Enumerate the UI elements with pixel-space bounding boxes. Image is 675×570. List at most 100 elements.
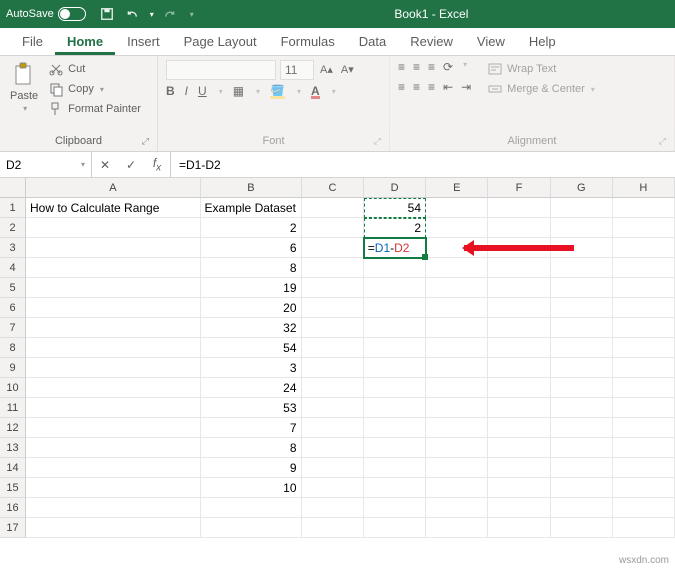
cell[interactable]: [302, 398, 364, 418]
save-icon[interactable]: [100, 7, 114, 21]
cell[interactable]: [613, 478, 675, 498]
cell[interactable]: [426, 478, 488, 498]
cell[interactable]: [26, 418, 201, 438]
cell[interactable]: [302, 278, 364, 298]
cell[interactable]: [26, 398, 201, 418]
cell[interactable]: [26, 258, 201, 278]
cell[interactable]: [426, 218, 488, 238]
cell[interactable]: [426, 258, 488, 278]
cell[interactable]: [302, 258, 364, 278]
cell[interactable]: [302, 438, 364, 458]
cell-area[interactable]: How to Calculate Range Example Dataset 5…: [26, 198, 675, 538]
chevron-down-icon[interactable]: ▾: [150, 10, 154, 19]
dialog-launcher-icon[interactable]: ⤢: [659, 136, 666, 147]
name-box[interactable]: D2▾: [0, 152, 92, 177]
cell[interactable]: [26, 278, 201, 298]
row-header[interactable]: 5: [0, 278, 26, 298]
cell[interactable]: [364, 438, 426, 458]
row-header[interactable]: 16: [0, 498, 26, 518]
decrease-indent-icon[interactable]: ⇤: [443, 80, 453, 94]
cell[interactable]: [302, 298, 364, 318]
cell[interactable]: [488, 258, 550, 278]
cell[interactable]: [551, 498, 613, 518]
row-header[interactable]: 17: [0, 518, 26, 538]
bold-button[interactable]: B: [166, 84, 175, 98]
cell[interactable]: [302, 218, 364, 238]
align-center-icon[interactable]: ≡: [413, 80, 420, 94]
cell[interactable]: 6: [201, 238, 302, 258]
fx-button[interactable]: fx: [144, 156, 170, 173]
tab-home[interactable]: Home: [55, 28, 115, 55]
cell[interactable]: [613, 198, 675, 218]
tab-file[interactable]: File: [10, 28, 55, 55]
cell[interactable]: [488, 518, 550, 538]
borders-button[interactable]: ▦: [233, 84, 244, 98]
col-header[interactable]: A: [26, 178, 201, 198]
tab-data[interactable]: Data: [347, 28, 398, 55]
font-size-select[interactable]: 11: [280, 60, 314, 80]
col-header[interactable]: F: [488, 178, 550, 198]
font-family-select[interactable]: [166, 60, 276, 80]
col-header[interactable]: H: [613, 178, 675, 198]
cell[interactable]: [426, 378, 488, 398]
cell[interactable]: [551, 198, 613, 218]
cell[interactable]: [364, 258, 426, 278]
cell[interactable]: 53: [201, 398, 302, 418]
cell[interactable]: [613, 498, 675, 518]
cell[interactable]: [613, 418, 675, 438]
cell[interactable]: [613, 258, 675, 278]
cell[interactable]: How to Calculate Range: [26, 198, 201, 218]
cell[interactable]: [364, 378, 426, 398]
cell[interactable]: [488, 418, 550, 438]
cell[interactable]: 19: [201, 278, 302, 298]
row-header[interactable]: 1: [0, 198, 26, 218]
cell[interactable]: [426, 198, 488, 218]
cell[interactable]: [364, 518, 426, 538]
cell[interactable]: [426, 358, 488, 378]
row-header[interactable]: 7: [0, 318, 26, 338]
cell[interactable]: [488, 498, 550, 518]
cell[interactable]: [26, 298, 201, 318]
cell[interactable]: 7: [201, 418, 302, 438]
cell[interactable]: [551, 338, 613, 358]
cell[interactable]: 32: [201, 318, 302, 338]
select-all-corner[interactable]: [0, 178, 26, 198]
wrap-text-button[interactable]: Wrap Text: [485, 60, 597, 78]
cell[interactable]: [201, 498, 302, 518]
align-left-icon[interactable]: ≡: [398, 80, 405, 94]
fill-handle[interactable]: [422, 254, 428, 260]
cell[interactable]: [551, 278, 613, 298]
cell[interactable]: [364, 418, 426, 438]
cell[interactable]: [551, 458, 613, 478]
cell[interactable]: 9: [201, 458, 302, 478]
cell[interactable]: 10: [201, 478, 302, 498]
align-top-icon[interactable]: ≡: [398, 60, 405, 74]
copy-button[interactable]: Copy▾: [46, 80, 143, 98]
cell[interactable]: [488, 318, 550, 338]
cell[interactable]: [302, 238, 364, 258]
cell[interactable]: [364, 338, 426, 358]
row-header[interactable]: 4: [0, 258, 26, 278]
cell-d2[interactable]: 2: [364, 218, 426, 238]
cell[interactable]: [488, 358, 550, 378]
tab-page-layout[interactable]: Page Layout: [172, 28, 269, 55]
underline-button[interactable]: U: [198, 84, 207, 98]
align-middle-icon[interactable]: ≡: [413, 60, 420, 74]
cell[interactable]: [302, 498, 364, 518]
cell[interactable]: [26, 438, 201, 458]
cell[interactable]: [26, 378, 201, 398]
cell[interactable]: [488, 298, 550, 318]
cell[interactable]: [201, 518, 302, 538]
cell[interactable]: [488, 338, 550, 358]
cell[interactable]: 2: [201, 218, 302, 238]
redo-icon[interactable]: [164, 7, 178, 21]
cell[interactable]: [426, 518, 488, 538]
row-header[interactable]: 10: [0, 378, 26, 398]
cell[interactable]: [488, 438, 550, 458]
decrease-font-icon[interactable]: A▾: [339, 60, 356, 80]
cell[interactable]: 8: [201, 258, 302, 278]
cell[interactable]: [613, 458, 675, 478]
cell[interactable]: [426, 298, 488, 318]
chevron-down-icon[interactable]: ▾: [190, 10, 194, 19]
row-header[interactable]: 14: [0, 458, 26, 478]
